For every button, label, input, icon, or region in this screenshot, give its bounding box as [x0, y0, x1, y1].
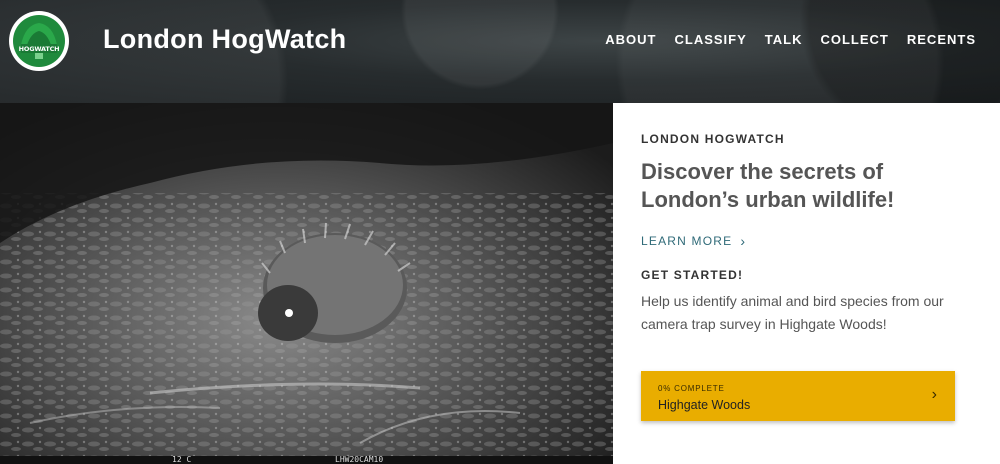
learn-more-link[interactable]: LEARN MORE ›	[641, 233, 746, 249]
project-eyebrow: LONDON HOGWATCH	[641, 132, 785, 146]
chevron-right-icon: ›	[931, 386, 937, 403]
logo-badge: HOGWATCH	[13, 15, 65, 67]
camera-id: LHW20CAM10	[335, 455, 384, 464]
workflow-progress: 0% COMPLETE	[658, 384, 725, 393]
logo-text: HOGWATCH	[18, 45, 60, 53]
logo-tree-graphic	[21, 23, 57, 59]
nav-about[interactable]: ABOUT	[605, 32, 656, 47]
hedgehog-photo	[0, 103, 613, 464]
main-nav: ABOUT CLASSIFY TALK COLLECT RECENTS	[605, 32, 976, 47]
site-title[interactable]: London HogWatch	[103, 24, 346, 55]
site-header: HOGWATCH London HogWatch ABOUT CLASSIFY …	[0, 0, 1000, 103]
camera-caption-strip: 12 C LHW20CAM10	[0, 455, 613, 464]
nav-recents[interactable]: RECENTS	[907, 32, 976, 47]
intro-text: Help us identify animal and bird species…	[641, 293, 944, 332]
workflow-name: Highgate Woods	[658, 398, 751, 412]
chevron-right-icon: ›	[740, 233, 747, 249]
hero-camera-trap-image: 12 C LHW20CAM10	[0, 103, 613, 464]
hogwatch-logo[interactable]: HOGWATCH	[9, 11, 69, 71]
nav-collect[interactable]: COLLECT	[820, 32, 888, 47]
workflow-button-highgate-woods[interactable]: 0% COMPLETE Highgate Woods ›	[641, 371, 955, 421]
intro-panel: LONDON HOGWATCH Discover the secrets of …	[613, 103, 1000, 464]
project-headline: Discover the secrets of London’s urban w…	[641, 159, 895, 212]
temperature-reading: 12 C	[172, 455, 192, 464]
nav-talk[interactable]: TALK	[765, 32, 803, 47]
nav-classify[interactable]: CLASSIFY	[674, 32, 746, 47]
get-started-heading: GET STARTED!	[641, 268, 744, 282]
learn-more-label: LEARN MORE	[641, 234, 733, 248]
